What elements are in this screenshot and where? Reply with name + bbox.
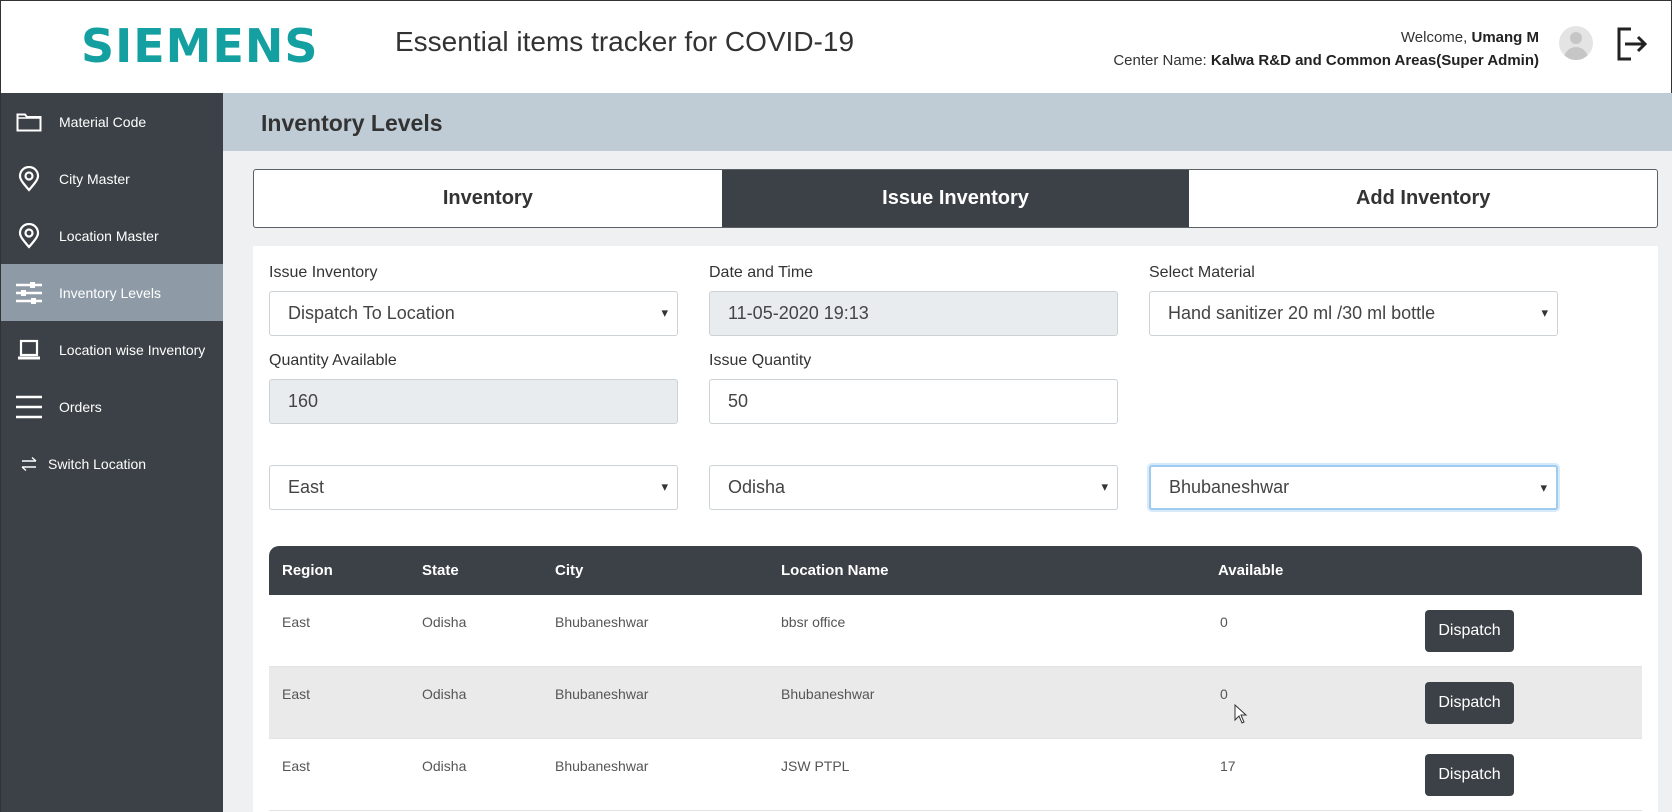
cell-location-name: JSW PTPL xyxy=(781,758,850,774)
menu-icon xyxy=(15,393,43,421)
location-pin-icon xyxy=(15,222,43,250)
sidebar-item-label: City Master xyxy=(59,170,130,187)
column-header-location-name: Location Name xyxy=(781,562,889,579)
cell-location-name: Bhubaneshwar xyxy=(781,686,875,702)
page-title: Inventory Levels xyxy=(261,110,443,136)
table-row: East Odisha Bhubaneshwar bbsr office 0 D… xyxy=(269,595,1642,667)
app-title: Essential items tracker for COVID-19 xyxy=(395,26,855,57)
quantity-available-label: Quantity Available xyxy=(269,352,397,369)
cell-state: Odisha xyxy=(422,758,467,774)
select-material-label: Select Material xyxy=(1149,264,1255,281)
cell-state: Odisha xyxy=(422,686,467,702)
switch-arrows-icon xyxy=(19,450,39,478)
issue-inventory-form: Issue Inventory Date and Time Select Mat… xyxy=(253,246,1658,812)
table-header: Region State City Location Name Availabl… xyxy=(269,546,1642,595)
cell-city: Bhubaneshwar xyxy=(555,614,649,630)
sidebar-item-label: Location Master xyxy=(59,227,159,244)
dispatch-button[interactable]: Dispatch xyxy=(1425,682,1514,724)
cell-available: 0 xyxy=(1220,614,1228,630)
mouse-cursor-icon xyxy=(1234,703,1248,724)
cell-available: 0 xyxy=(1220,686,1228,702)
region-value: East xyxy=(288,477,325,497)
sidebar-item-inventory-levels[interactable]: Inventory Levels xyxy=(1,264,223,321)
issue-quantity-input[interactable]: 50 xyxy=(709,379,1118,424)
sliders-icon xyxy=(15,279,43,307)
app-header: SIEMENS Essential items tracker for COVI… xyxy=(0,0,1672,93)
sidebar-item-orders[interactable]: Orders xyxy=(1,378,223,435)
issue-inventory-select[interactable]: Dispatch To Location xyxy=(269,291,678,336)
cell-available: 17 xyxy=(1220,758,1236,774)
laptop-icon xyxy=(15,336,43,364)
tab-add-inventory[interactable]: Add Inventory xyxy=(1189,170,1657,227)
sidebar-item-label: Orders xyxy=(59,398,102,415)
select-material-select[interactable]: Hand sanitizer 20 ml /30 ml bottle xyxy=(1149,291,1558,336)
sidebar-item-label: Inventory Levels xyxy=(59,284,161,301)
avatar[interactable] xyxy=(1559,26,1593,60)
quantity-available-value: 160 xyxy=(288,391,319,411)
tab-inventory[interactable]: Inventory xyxy=(254,170,722,227)
select-material-value: Hand sanitizer 20 ml /30 ml bottle xyxy=(1168,303,1436,323)
date-time-field: 11-05-2020 19:13 xyxy=(709,291,1118,336)
siemens-logo: SIEMENS xyxy=(81,19,319,73)
cell-location-name: bbsr office xyxy=(781,614,846,630)
sidebar-item-label: Location wise Inventory xyxy=(59,341,206,358)
sidebar-item-material-code[interactable]: Material Code xyxy=(1,93,223,150)
date-time-label: Date and Time xyxy=(709,264,814,281)
column-header-state: State xyxy=(422,562,459,579)
sidebar-item-switch-location[interactable]: Switch Location xyxy=(1,435,223,492)
tab-issue-inventory[interactable]: Issue Inventory xyxy=(721,170,1190,227)
city-select[interactable]: Bhubaneshwar xyxy=(1149,465,1558,510)
main-content: Inventory Levels Inventory Issue Invento… xyxy=(223,93,1672,812)
table-row: East Odisha Bhubaneshwar JSW PTPL 17 Dis… xyxy=(269,739,1642,811)
sidebar-item-location-wise-inventory[interactable]: Location wise Inventory xyxy=(1,321,223,378)
cell-region: East xyxy=(282,614,311,630)
sidebar-item-label: Switch Location xyxy=(48,455,147,472)
cell-region: East xyxy=(282,758,311,774)
city-value: Bhubaneshwar xyxy=(1169,477,1290,497)
welcome-label: Welcome, xyxy=(1400,29,1468,46)
issue-quantity-value: 50 xyxy=(728,391,749,411)
cell-state: Odisha xyxy=(422,614,467,630)
center-label: Center Name: xyxy=(1113,52,1207,69)
location-pin-icon xyxy=(15,165,43,193)
column-header-available: Available xyxy=(1218,562,1284,579)
sidebar: Material Code City Master Location Maste… xyxy=(0,93,223,812)
user-name: Umang M xyxy=(1471,29,1540,46)
tab-bar: Inventory Issue Inventory Add Inventory xyxy=(253,169,1658,228)
sidebar-item-location-master[interactable]: Location Master xyxy=(1,207,223,264)
region-select[interactable]: East xyxy=(269,465,678,510)
logout-icon[interactable] xyxy=(1615,25,1649,63)
user-info: Welcome, Umang M Center Name: Kalwa R&D … xyxy=(1113,26,1539,72)
cell-city: Bhubaneshwar xyxy=(555,686,649,702)
table-row: East Odisha Bhubaneshwar Bhubaneshwar 0 … xyxy=(269,667,1642,739)
locations-table: Region State City Location Name Availabl… xyxy=(269,546,1642,811)
issue-inventory-value: Dispatch To Location xyxy=(288,303,455,323)
cell-city: Bhubaneshwar xyxy=(555,758,649,774)
state-select[interactable]: Odisha xyxy=(709,465,1118,510)
column-header-city: City xyxy=(555,562,584,579)
folder-icon xyxy=(15,108,43,136)
page-title-bar: Inventory Levels xyxy=(223,93,1672,151)
dispatch-button[interactable]: Dispatch xyxy=(1425,754,1514,796)
state-value: Odisha xyxy=(728,477,786,497)
sidebar-item-label: Material Code xyxy=(59,113,147,130)
cell-region: East xyxy=(282,686,311,702)
quantity-available-field: 160 xyxy=(269,379,678,424)
date-time-value: 11-05-2020 19:13 xyxy=(728,303,869,323)
center-name: Kalwa R&D and Common Areas(Super Admin) xyxy=(1210,52,1539,69)
issue-inventory-label: Issue Inventory xyxy=(269,264,378,281)
sidebar-item-city-master[interactable]: City Master xyxy=(1,150,223,207)
column-header-region: Region xyxy=(282,562,333,579)
issue-quantity-label: Issue Quantity xyxy=(709,352,812,369)
dispatch-button[interactable]: Dispatch xyxy=(1425,610,1514,652)
